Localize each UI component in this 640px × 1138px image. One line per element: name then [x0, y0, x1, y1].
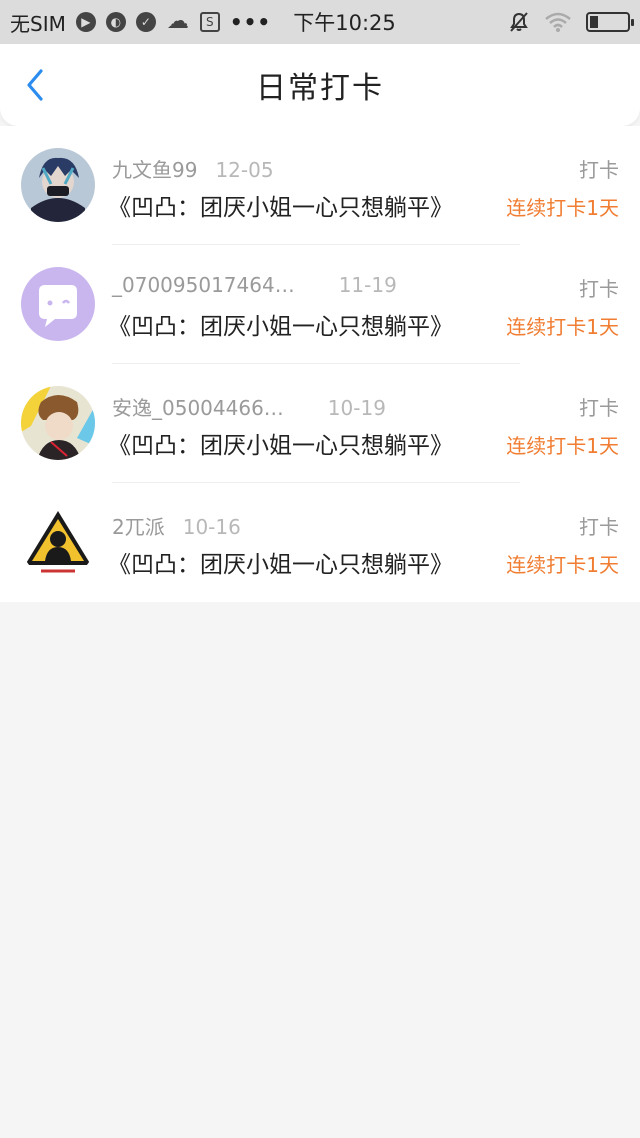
- checkin-type: 打卡: [579, 277, 619, 301]
- planet-icon: ◐: [105, 12, 126, 32]
- avatar[interactable]: [21, 148, 95, 222]
- checkin-date: 10-19: [327, 396, 386, 420]
- avatar[interactable]: [21, 505, 95, 579]
- nav-header: 日常打卡: [0, 44, 640, 126]
- list-item[interactable]: 九文鱼99 12-05 《凹凸：团厌小姐一心只想躺平》 打卡 连续打卡1天: [0, 126, 640, 245]
- checkin-date: 10-16: [182, 515, 241, 539]
- wifi-icon: [545, 12, 571, 32]
- checkin-type: 打卡: [579, 396, 619, 420]
- username: 安逸_05004466…: [112, 396, 284, 420]
- cloud-icon: ☁: [166, 9, 189, 34]
- streak-label: 连续打卡1天: [506, 196, 619, 220]
- streak-label: 连续打卡1天: [506, 553, 619, 577]
- user-meta: 安逸_05004466… 10-19: [112, 392, 386, 421]
- username: 2兀派: [112, 515, 165, 539]
- checkin-list: 九文鱼99 12-05 《凹凸：团厌小姐一心只想躺平》 打卡 连续打卡1天 _07…: [0, 126, 640, 602]
- more-notifications-icon: •••: [229, 10, 272, 34]
- book-title: 《凹凸：团厌小姐一心只想躺平》: [108, 433, 453, 459]
- clock: 下午10:25: [293, 11, 396, 35]
- username: 九文鱼99: [112, 158, 198, 182]
- checkin-type: 打卡: [579, 158, 619, 182]
- book-title: 《凹凸：团厌小姐一心只想躺平》: [108, 552, 453, 578]
- checkin-type: 打卡: [579, 515, 619, 539]
- streak-label: 连续打卡1天: [506, 434, 619, 458]
- avatar[interactable]: [21, 267, 95, 341]
- user-meta: _070095017464… 11-19: [112, 273, 397, 297]
- list-item[interactable]: 2兀派 10-16 《凹凸：团厌小姐一心只想躺平》 打卡 连续打卡1天: [0, 483, 640, 602]
- list-item[interactable]: 安逸_05004466… 10-19 《凹凸：团厌小姐一心只想躺平》 打卡 连续打…: [0, 364, 640, 483]
- chevron-left-icon: [27, 69, 43, 101]
- page-title: 日常打卡: [256, 71, 384, 106]
- mute-bell-icon: [510, 12, 528, 32]
- list-item[interactable]: _070095017464… 11-19 《凹凸：团厌小姐一心只想躺平》 打卡 连…: [0, 245, 640, 364]
- back-button[interactable]: [18, 68, 52, 102]
- streak-label: 连续打卡1天: [506, 315, 619, 339]
- checkin-date: 11-19: [338, 273, 397, 297]
- book-title: 《凹凸：团厌小姐一心只想躺平》: [108, 195, 453, 221]
- user-meta: 2兀派 10-16: [112, 511, 241, 540]
- user-meta: 九文鱼99 12-05: [112, 154, 274, 183]
- checkin-date: 12-05: [215, 158, 274, 182]
- check-icon: ✓: [135, 12, 156, 32]
- play-icon: ▶: [75, 12, 96, 32]
- book-title: 《凹凸：团厌小姐一心只想躺平》: [108, 314, 453, 340]
- carrier-label: 无SIM: [10, 11, 66, 36]
- s-app-icon: S: [199, 12, 220, 32]
- username: _070095017464…: [112, 273, 295, 297]
- status-bar: 无SIM ▶ ◐ ✓ ☁ S ••• 下午10:25: [0, 0, 640, 44]
- status-bar-left: 无SIM ▶ ◐ ✓ ☁ S ••• 下午10:25: [10, 7, 396, 37]
- avatar[interactable]: [21, 386, 95, 460]
- battery-icon: [586, 12, 634, 32]
- status-bar-right: [508, 11, 634, 33]
